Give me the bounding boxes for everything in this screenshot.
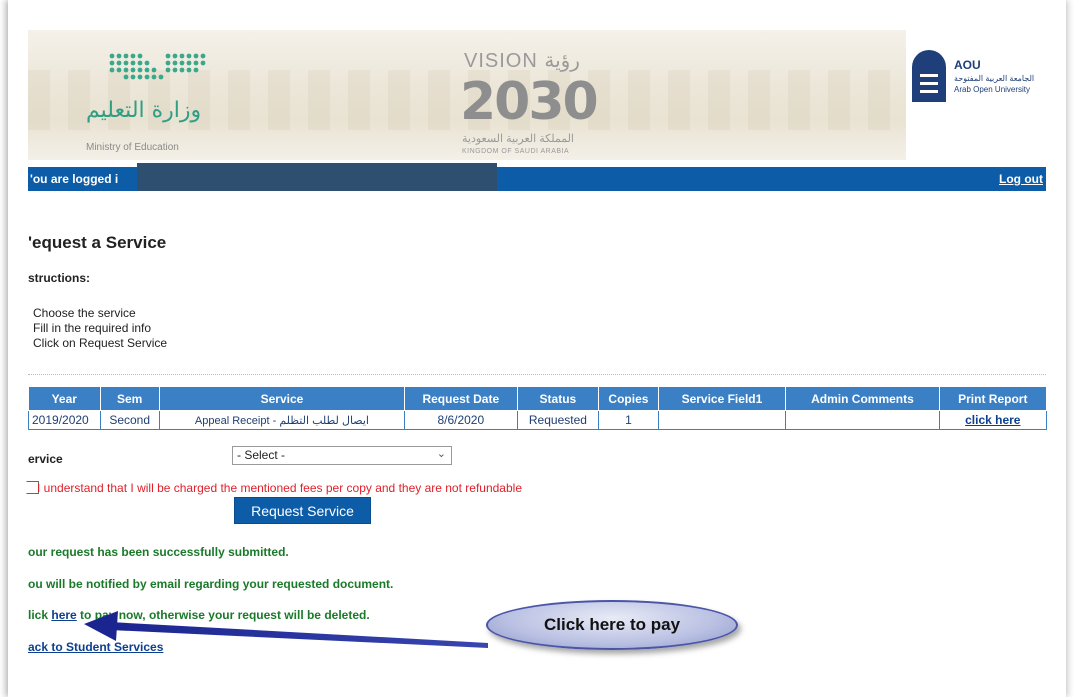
logged-in-text: 'ou are logged i <box>30 172 119 186</box>
table-row: 2019/2020 Second Appeal Receipt - ايصال … <box>28 410 1048 430</box>
aou-logo: AOU الجامعة العربية المفتوحة Arab Open U… <box>912 48 1052 108</box>
print-report-link[interactable]: click here <box>965 413 1020 427</box>
cell-admin-comments <box>785 410 940 430</box>
instruction-step: Choose the service <box>33 306 136 320</box>
ministry-dots-icon <box>109 53 206 80</box>
fees-acknowledgement: I understand that I will be charged the … <box>37 481 522 495</box>
column-header-sem: Sem <box>99 386 160 411</box>
click-here-to-pay-callout: Click here to pay <box>486 600 738 650</box>
cell-service: Appeal Receipt - ايصال لطلب التظلم <box>158 410 406 430</box>
vision-2030-logo: VISION رؤية 2030 المملكة العربية السعودي… <box>460 48 630 155</box>
ministry-logo: وزارة التعليم Ministry of Education <box>86 50 206 153</box>
page-title: 'equest a Service <box>28 233 167 252</box>
redacted-username <box>137 163 497 191</box>
aou-emblem-icon <box>912 50 946 102</box>
vision-arabic-country: المملكة العربية السعودية <box>462 133 574 145</box>
chevron-down-icon: ⌄ <box>436 448 446 460</box>
service-select[interactable]: - Select - ⌄ <box>232 446 452 465</box>
vision-year: 2030 <box>460 72 599 132</box>
ministry-english-name: Ministry of Education <box>86 142 179 153</box>
vision-english-country: KINGDOM OF SAUDI ARABIA <box>462 148 570 155</box>
table-header-row: Year Sem Service Request Date Status Cop… <box>28 386 1048 411</box>
header-banner: وزارة التعليم Ministry of Education VISI… <box>28 30 906 160</box>
payment-suffix: to pay now, otherwise your request will … <box>76 608 370 622</box>
column-header-print-report: Print Report <box>938 386 1048 411</box>
cell-status: Requested <box>516 410 600 430</box>
cell-copies: 1 <box>598 410 659 430</box>
instructions-list: Choose the service Fill in the required … <box>33 306 167 351</box>
cell-service-field1 <box>657 410 787 430</box>
instruction-step: Click on Request Service <box>33 336 168 350</box>
back-to-student-services-link[interactable]: ack to Student Services <box>28 640 163 654</box>
column-header-service: Service <box>158 386 406 411</box>
logout-link[interactable]: Log out <box>999 172 1043 186</box>
cell-print-report: click here <box>938 410 1048 430</box>
pay-here-link[interactable]: here <box>51 608 76 622</box>
session-bar: 'ou are logged i Log out <box>28 163 1046 191</box>
column-header-status: Status <box>516 386 600 411</box>
column-header-admin-comments: Admin Comments <box>785 386 940 411</box>
payment-prefix: lick <box>28 608 52 622</box>
vision-title: VISION رؤية <box>464 50 580 72</box>
instructions-heading: structions: <box>28 271 91 285</box>
request-service-button[interactable]: Request Service <box>234 497 371 524</box>
ministry-arabic-name: وزارة التعليم <box>86 98 202 123</box>
cell-sem: Second <box>99 410 160 430</box>
payment-message: lick here to pay now, otherwise your req… <box>28 608 370 622</box>
success-message: our request has been successfully submit… <box>28 545 289 559</box>
aou-arabic-name: الجامعة العربية المفتوحة <box>954 74 1035 83</box>
column-header-year: Year <box>28 386 101 411</box>
aou-english-name: Arab Open University <box>954 85 1031 94</box>
cell-year: 2019/2020 <box>28 410 101 430</box>
divider <box>28 374 1046 375</box>
service-select-value: - Select - <box>237 448 286 462</box>
notification-message: ou will be notified by email regarding y… <box>28 577 394 591</box>
column-header-request-date: Request Date <box>404 386 518 411</box>
instruction-step: Fill in the required info <box>33 321 152 335</box>
service-label: ervice <box>28 452 63 466</box>
requests-table: Year Sem Service Request Date Status Cop… <box>28 386 1048 430</box>
column-header-service-field1: Service Field1 <box>657 386 787 411</box>
column-header-copies: Copies <box>598 386 659 411</box>
aou-acronym: AOU <box>954 58 981 72</box>
cell-request-date: 8/6/2020 <box>404 410 518 430</box>
